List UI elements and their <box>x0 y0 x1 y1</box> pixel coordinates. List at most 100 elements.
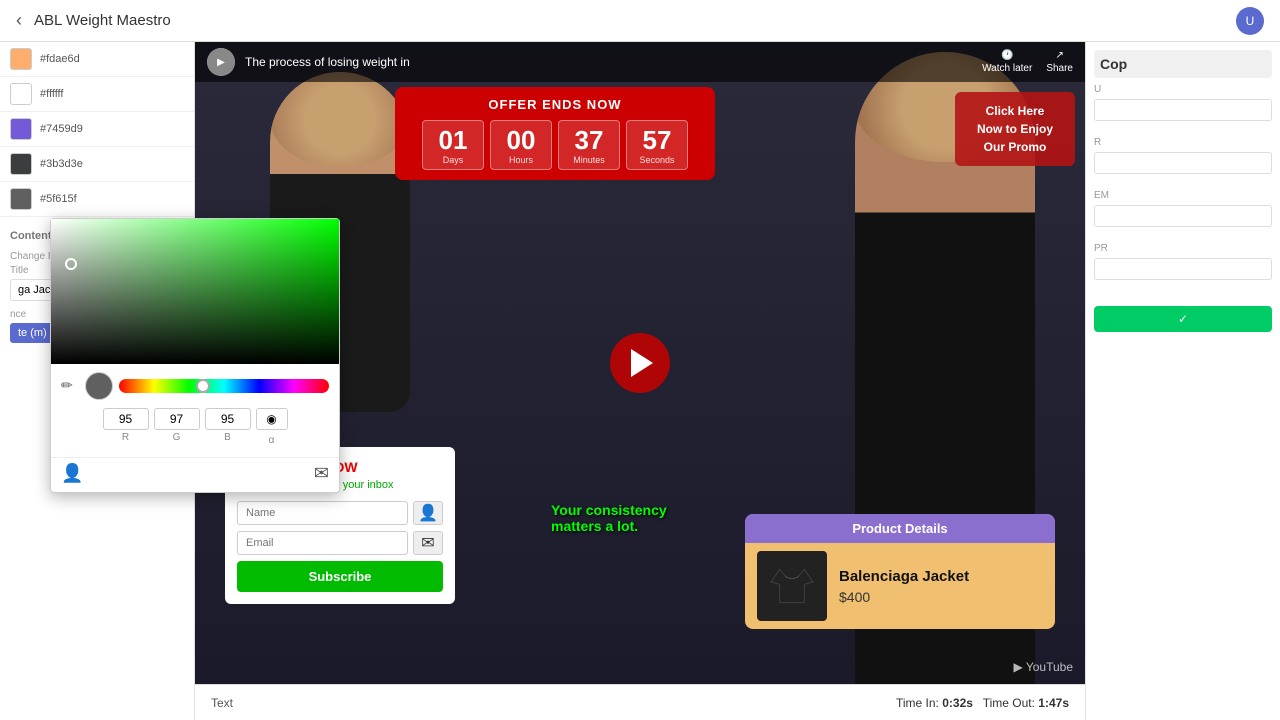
time-out-label: Time Out: <box>983 696 1035 710</box>
g-input[interactable] <box>154 408 200 430</box>
cop-label: Cop <box>1100 56 1266 72</box>
countdown-boxes: 01 Days 00 Hours 37 Minutes 57 Seconds <box>409 120 701 170</box>
color-swatch-2[interactable] <box>10 83 32 105</box>
color-label-4: #3b3d3e <box>40 158 83 170</box>
offer-overlay: OFFER ENDS NOW 01 Days 00 Hours 37 Minut… <box>395 87 715 180</box>
app-header: ‹ ABL Weight Maestro U <box>0 0 1280 42</box>
bottom-bar: Text Time In: 0:32s Time Out: 1:47s <box>195 684 1085 720</box>
hours-label: Hours <box>491 155 551 165</box>
countdown-seconds: 57 Seconds <box>626 120 688 170</box>
copy-section: Cop <box>1094 50 1272 78</box>
b-label: B <box>205 432 251 449</box>
countdown-days: 01 Days <box>422 120 484 170</box>
subscribe-email-input[interactable] <box>237 531 408 555</box>
watch-later-btn[interactable]: 🕐 Watch later <box>982 50 1032 74</box>
r-input[interactable] <box>1094 152 1272 174</box>
text-label: Text <box>211 696 233 710</box>
color-swatch-4[interactable] <box>10 153 32 175</box>
r-sidebar-label: R <box>1094 137 1272 148</box>
email-icon[interactable]: ✉ <box>314 463 329 484</box>
motivational-line1: Your consistency <box>551 502 667 518</box>
subscribe-email-icon[interactable]: ✉ <box>413 531 443 555</box>
time-in-label: Time In: <box>896 696 939 710</box>
minutes-value: 37 <box>559 127 619 153</box>
alpha-input[interactable] <box>256 408 288 430</box>
color-preview <box>85 372 113 400</box>
subscribe-button[interactable]: Subscribe <box>237 561 443 592</box>
g-label: G <box>154 432 200 449</box>
em-label: Em <box>1094 190 1272 201</box>
u-input[interactable] <box>1094 99 1272 121</box>
product-body: Balenciaga Jacket $400 <box>745 543 1055 629</box>
picker-cursor[interactable] <box>65 258 77 270</box>
motivational-line2: matters a lot. <box>551 518 638 534</box>
subscribe-email-row: ✉ <box>237 531 443 555</box>
color-label-3: #7459d9 <box>40 123 83 135</box>
time-in-out: Time In: 0:32s Time Out: 1:47s <box>896 696 1069 710</box>
yt-channel-name: The process of losing weight in <box>245 55 410 69</box>
r-label: R <box>103 432 149 449</box>
pr-label: Pr <box>1094 243 1272 254</box>
color-controls: ✏ R G B α <box>51 364 339 457</box>
yt-actions: 🕐 Watch later ↗ Share <box>982 50 1073 74</box>
avatar[interactable]: U <box>1236 7 1264 35</box>
hue-thumb[interactable] <box>196 379 210 393</box>
r-input[interactable] <box>103 408 149 430</box>
countdown-minutes: 37 Minutes <box>558 120 620 170</box>
b-input[interactable] <box>205 408 251 430</box>
back-button[interactable]: ‹ <box>16 10 22 31</box>
color-gradient-area[interactable] <box>51 219 339 364</box>
color-row-1: #fdae6d <box>0 42 194 77</box>
countdown-hours: 00 Hours <box>490 120 552 170</box>
offer-title: OFFER ENDS NOW <box>409 97 701 112</box>
hours-value: 00 <box>491 127 551 153</box>
product-price: $400 <box>839 589 1043 605</box>
play-button-center[interactable] <box>610 333 670 393</box>
subscribe-name-row: 👤 <box>237 501 443 525</box>
pencil-icon[interactable]: ✏ <box>61 377 79 395</box>
yt-channel-avatar: ▶ <box>207 48 235 76</box>
hue-slider[interactable] <box>119 379 329 393</box>
user-icon[interactable]: 👤 <box>61 463 83 484</box>
share-label: Share <box>1046 63 1073 74</box>
color-label-5: #5f615f <box>40 193 77 205</box>
seconds-label: Seconds <box>627 155 687 165</box>
color-label-2: #ffffff <box>40 88 63 100</box>
color-swatch-3[interactable] <box>10 118 32 140</box>
share-btn[interactable]: ↗ Share <box>1046 50 1073 74</box>
alpha-label: α <box>256 432 288 449</box>
days-value: 01 <box>423 127 483 153</box>
subscribe-user-icon[interactable]: 👤 <box>413 501 443 525</box>
right-sidebar: Cop U R Em Pr ✓ <box>1085 42 1280 720</box>
rgb-labels: R G B α <box>61 432 329 449</box>
color-swatch-1[interactable] <box>10 48 32 70</box>
color-row-4: #3b3d3e <box>0 147 194 182</box>
product-header: Product Details <box>745 514 1055 543</box>
color-label-1: #fdae6d <box>40 53 80 65</box>
time-out-value: 1:47s <box>1038 696 1069 710</box>
confirm-button[interactable]: ✓ <box>1094 306 1272 332</box>
product-info: Balenciaga Jacket $400 <box>839 568 1043 605</box>
color-swatch-5[interactable] <box>10 188 32 210</box>
subscribe-name-input[interactable] <box>237 501 408 525</box>
app-title: ABL Weight Maestro <box>34 12 171 29</box>
yt-watermark: ▶ YouTube <box>1013 660 1073 674</box>
product-image <box>757 551 827 621</box>
play-triangle-icon <box>631 349 653 377</box>
share-icon: ↗ <box>1055 50 1063 61</box>
minutes-label: Minutes <box>559 155 619 165</box>
color-row-2: #ffffff <box>0 77 194 112</box>
product-overlay: Product Details Balenciaga Jacket $400 <box>745 514 1055 629</box>
clock-icon: 🕐 <box>1001 50 1013 61</box>
yt-header: ▶ The process of losing weight in 🕐 Watc… <box>195 42 1085 82</box>
days-label: Days <box>423 155 483 165</box>
product-name: Balenciaga Jacket <box>839 568 1043 585</box>
pr-input[interactable] <box>1094 258 1272 280</box>
right-r-section: R <box>1094 137 1272 178</box>
size-value: te (m) <box>10 323 55 343</box>
avatar-initials: U <box>1246 14 1255 28</box>
em-input[interactable] <box>1094 205 1272 227</box>
right-em-section: Em <box>1094 190 1272 231</box>
color-picker-popup: ✏ R G B α 👤 ✉ <box>50 218 340 493</box>
jacket-icon <box>767 561 817 611</box>
